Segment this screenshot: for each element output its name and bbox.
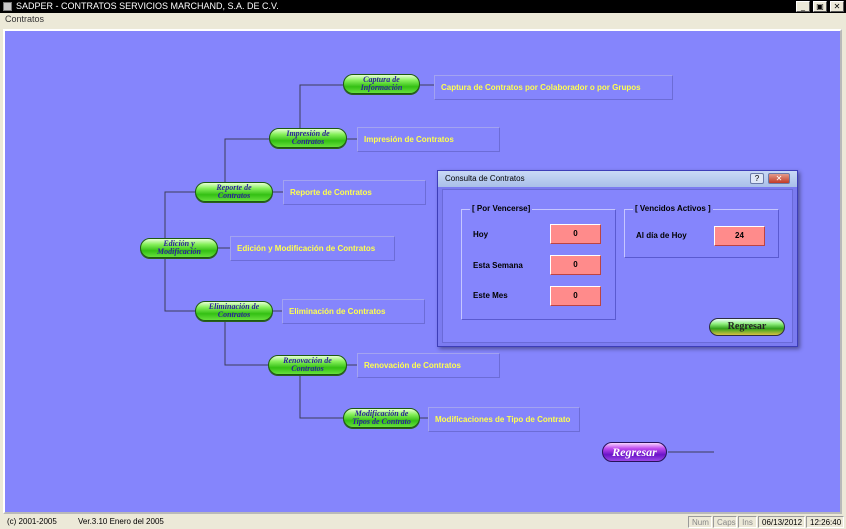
node-impresion-contratos[interactable]: Impresión de Contratos <box>269 128 347 148</box>
dialog-title: Consulta de Contratos <box>438 171 797 187</box>
value-este-mes: 0 <box>550 286 601 306</box>
regresar-button[interactable]: Regresar <box>602 442 667 462</box>
desc-edicion: Edición y Modificación de Contratos <box>230 236 395 261</box>
value-hoy: 0 <box>550 224 601 244</box>
group-title-vencidos: [ Vencidos Activos ] <box>633 204 713 213</box>
minimize-button[interactable]: _ <box>796 1 810 12</box>
status-caps: Caps <box>713 516 737 528</box>
value-vencidos: 24 <box>714 226 765 246</box>
maximize-button[interactable]: ▣ <box>813 1 827 12</box>
dialog-help-button[interactable]: ? <box>750 173 764 184</box>
node-label: Impresión de Contratos <box>286 129 330 146</box>
consulta-contratos-dialog: Consulta de Contratos ? ✕ [ Por Vencerse… <box>437 170 798 347</box>
node-captura-informacion[interactable]: Captura de Información <box>343 74 420 94</box>
node-label: Reporte de Contratos <box>216 183 252 200</box>
group-title-por-vencerse: [ Por Vencerse] <box>470 204 533 213</box>
desc-renovacion: Renovación de Contratos <box>357 353 500 378</box>
dialog-body: [ Por Vencerse] Hoy 0 Esta Semana 0 Este… <box>442 189 793 343</box>
group-vencidos-activos: [ Vencidos Activos ] Al día de Hoy 24 <box>624 204 779 258</box>
node-label: Eliminación de Contratos <box>208 302 260 319</box>
node-eliminacion-contratos[interactable]: Eliminación de Contratos <box>195 301 273 321</box>
status-date: 06/13/2012 <box>758 516 805 528</box>
menu-item-contratos[interactable]: Contratos <box>5 14 44 24</box>
node-reporte-contratos[interactable]: Reporte de Contratos <box>195 182 273 202</box>
node-renovacion-contratos[interactable]: Renovación de Contratos <box>268 355 347 375</box>
node-label: Modificación de Tipos de Contrato <box>352 409 411 426</box>
group-por-vencerse: [ Por Vencerse] Hoy 0 Esta Semana 0 Este… <box>461 204 616 320</box>
desc-captura: Captura de Contratos por Colaborador o p… <box>434 75 673 100</box>
desc-reporte: Reporte de Contratos <box>283 180 426 205</box>
node-label: Captura de Información <box>360 75 403 92</box>
title-bar: SADPER - CONTRATOS SERVICIOS MARCHAND, S… <box>0 0 846 13</box>
app-icon <box>3 2 12 11</box>
label-al-dia-de-hoy: Al día de Hoy <box>636 231 687 240</box>
label-hoy: Hoy <box>473 230 489 239</box>
dialog-close-button[interactable]: ✕ <box>768 173 790 184</box>
desc-eliminacion: Eliminación de Contratos <box>282 299 425 324</box>
node-label: Edición y Modificación <box>157 239 201 256</box>
value-esta-semana: 0 <box>550 255 601 275</box>
node-edicion-modificacion[interactable]: Edición y Modificación <box>140 238 218 258</box>
window-title: SADPER - CONTRATOS SERVICIOS MARCHAND, S… <box>16 1 279 11</box>
status-time: 12:26:40 <box>806 516 844 528</box>
close-button[interactable]: ✕ <box>830 1 844 12</box>
menu-bar: Contratos <box>0 13 846 26</box>
node-label: Renovación de Contratos <box>283 356 332 373</box>
status-copyright: (c) 2001-2005 <box>7 517 57 526</box>
desc-modificacion: Modificaciones de Tipo de Contrato <box>428 407 580 432</box>
status-version: Ver.3.10 Enero del 2005 <box>78 517 164 526</box>
dialog-regresar-button[interactable]: Regresar <box>709 318 785 336</box>
window-controls: _ ▣ ✕ <box>796 1 844 12</box>
label-esta-semana: Esta Semana <box>473 261 523 270</box>
status-num: Num <box>688 516 712 528</box>
desc-impresion: Impresión de Contratos <box>357 127 500 152</box>
status-bar: (c) 2001-2005 Ver.3.10 Enero del 2005 Nu… <box>0 515 846 529</box>
status-ins: Ins <box>738 516 757 528</box>
label-este-mes: Este Mes <box>473 291 508 300</box>
node-modificacion-tipos[interactable]: Modificación de Tipos de Contrato <box>343 408 420 428</box>
